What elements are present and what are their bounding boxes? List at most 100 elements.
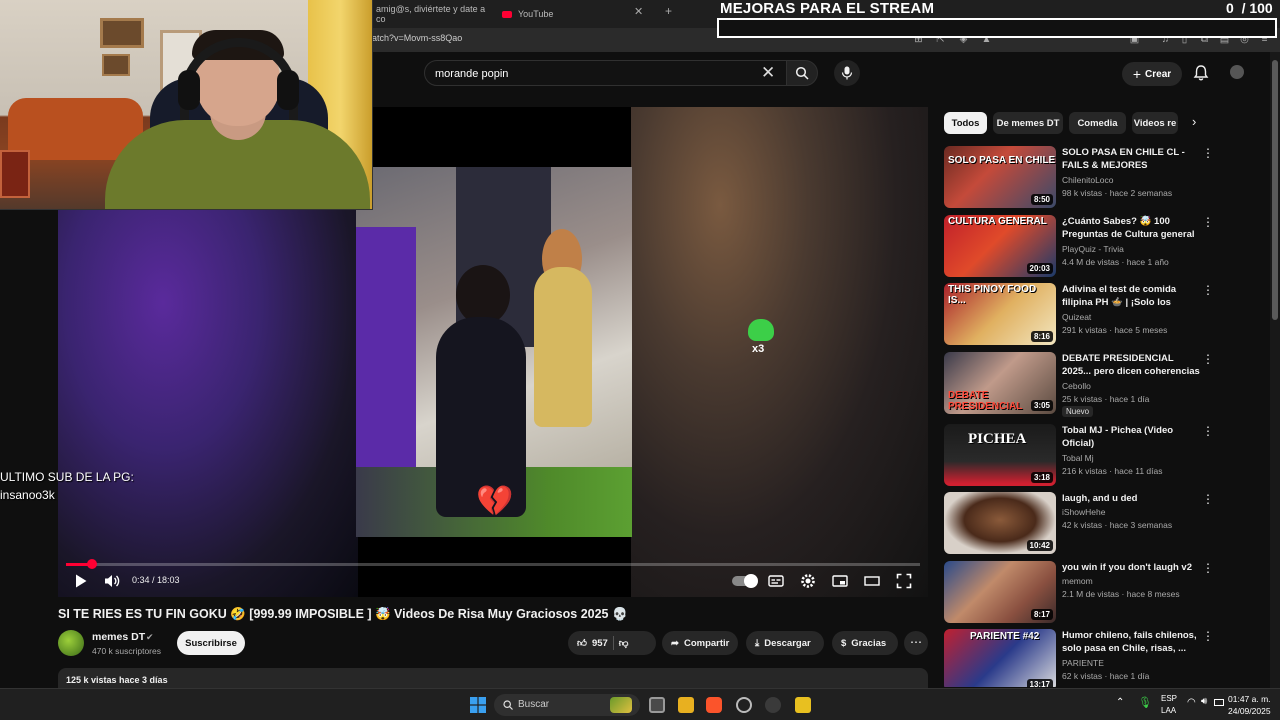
video-thumbnail[interactable]: DEBATE PRESIDENCIAL 3:05 (944, 352, 1056, 414)
more-options-icon[interactable]: ⋮ (1202, 561, 1214, 575)
close-tab-icon[interactable]: ✕ (634, 5, 643, 18)
recommendation-title[interactable]: you win if you don't laugh v2 (1062, 561, 1200, 574)
recommendation-channel[interactable]: PARIENTE (1062, 658, 1104, 668)
subtitles-icon[interactable] (768, 573, 784, 589)
channel-avatar[interactable] (58, 630, 84, 656)
subscribe-button[interactable]: Suscribirse (177, 631, 245, 655)
obs-icon[interactable] (736, 697, 752, 713)
recommendation-channel[interactable]: PlayQuiz - Trivia (1062, 244, 1124, 254)
taskbar-search[interactable]: Buscar (494, 694, 640, 716)
share-button[interactable]: ➦ Compartir (662, 631, 738, 655)
task-view-icon[interactable] (649, 697, 665, 713)
recommendation-channel[interactable]: ChilenitoLoco (1062, 175, 1114, 185)
description-box[interactable]: 125 k vistas hace 3 días (58, 668, 928, 690)
recommendation-title[interactable]: Tobal MJ - Pichea (Video Oficial) (1062, 424, 1200, 450)
recommendation-item[interactable]: PICHEA 3:18 Tobal MJ - Pichea (Video Ofi… (944, 424, 1224, 488)
like-button[interactable]: 👍︎ 957 (577, 637, 608, 650)
recommendation-title[interactable]: Adivina el test de comida filipina PH 🍲 … (1062, 283, 1200, 310)
clock-date[interactable]: 24/09/2025 (1228, 706, 1271, 716)
recommendation-item[interactable]: SOLO PASA EN CHILE 8:50 SOLO PASA EN CHI… (944, 146, 1224, 210)
clear-search-icon[interactable]: ✕ (761, 63, 775, 83)
video-thumbnail[interactable]: CULTURA GENERAL 20:03 (944, 215, 1056, 277)
download-button[interactable]: ⤓ Descargar (746, 631, 824, 655)
recommendation-item[interactable]: CULTURA GENERAL 20:03 ¿Cuánto Sabes? 🤯 1… (944, 215, 1224, 279)
more-options-icon[interactable]: ⋮ (1202, 146, 1214, 160)
windows-start-icon[interactable] (470, 697, 486, 713)
brave-browser-icon[interactable] (706, 697, 722, 713)
recommendation-title[interactable]: DEBATE PRESIDENCIAL 2025... pero dicen c… (1062, 352, 1200, 379)
microphone-icon[interactable]: 🎙︎ (1138, 696, 1152, 709)
search-input[interactable] (435, 66, 755, 82)
wifi-icon[interactable]: ◠ (1187, 697, 1196, 708)
create-button[interactable]: + Crear (1122, 62, 1182, 86)
chevron-right-icon[interactable]: › (1192, 114, 1196, 129)
more-options-icon[interactable]: ⋮ (1202, 629, 1214, 643)
chip-videos[interactable]: Videos re (1132, 112, 1178, 134)
chip-comedia[interactable]: Comedia (1069, 112, 1126, 134)
recommendation-channel[interactable]: memom (1062, 576, 1093, 586)
video-thumbnail[interactable]: PARIENTE #42 13:17 (944, 629, 1056, 687)
browser-tab-youtube[interactable]: YouTube (502, 5, 652, 23)
new-tab-icon[interactable]: + (665, 4, 672, 18)
search-button[interactable] (786, 60, 818, 86)
recommendation-channel[interactable]: Cebollo (1062, 381, 1091, 391)
dislike-button[interactable]: 👎︎ (619, 637, 629, 649)
account-avatar[interactable] (1230, 65, 1244, 79)
search-box[interactable]: ✕ (424, 60, 790, 86)
video-thumbnail[interactable]: SOLO PASA EN CHILE 8:50 (944, 146, 1056, 208)
miniplayer-icon[interactable] (832, 573, 848, 589)
recommendation-channel[interactable]: Tobal Mj (1062, 453, 1094, 463)
more-options-icon[interactable]: ⋮ (1202, 492, 1214, 506)
recommendation-item[interactable]: PARIENTE #42 13:17 Humor chileno, fails … (944, 629, 1224, 687)
page-scrollbar[interactable] (1270, 52, 1280, 688)
recommendation-channel[interactable]: Quizeat (1062, 312, 1091, 322)
picture-frame (100, 18, 144, 48)
video-thumbnail[interactable]: PICHEA 3:18 (944, 424, 1056, 486)
settings-gear-icon[interactable] (800, 573, 816, 589)
chip-todos[interactable]: Todos (944, 112, 987, 134)
more-options-icon[interactable]: ⋮ (1202, 283, 1214, 297)
app-icon[interactable] (765, 697, 781, 713)
chip-de-memes-dt[interactable]: De memes DT (993, 112, 1063, 134)
fullscreen-icon[interactable] (896, 573, 912, 589)
voice-search-button[interactable] (834, 60, 860, 86)
recommendation-title[interactable]: ¿Cuánto Sabes? 🤯 100 Preguntas de Cultur… (1062, 215, 1200, 242)
recommendation-title[interactable]: Humor chileno, fails chilenos, solo pasa… (1062, 629, 1200, 655)
thanks-button[interactable]: $ Gracias (832, 631, 898, 655)
more-options-icon[interactable]: ⋮ (1202, 424, 1214, 438)
notes-icon[interactable] (795, 697, 811, 713)
browser-tab[interactable]: amig@s, diviértete y date a co (376, 4, 494, 24)
autoplay-toggle[interactable] (732, 574, 758, 588)
video-thumbnail[interactable]: 8:17 (944, 561, 1056, 623)
recommendation-item[interactable]: THIS PINOY FOOD IS... 8:16 Adivina el te… (944, 283, 1224, 347)
recommendation-title[interactable]: laugh, and u ded (1062, 492, 1200, 505)
tab-label: YouTube (518, 9, 554, 19)
scrollbar-thumb[interactable] (1272, 60, 1278, 320)
more-options-icon[interactable]: ⋮ (1202, 352, 1214, 366)
more-actions-button[interactable]: ⋯ (904, 631, 928, 655)
battery-icon[interactable] (1214, 699, 1224, 706)
headset-earcup (277, 70, 299, 110)
notifications-bell-icon[interactable] (1192, 64, 1210, 82)
theater-mode-icon[interactable] (864, 573, 880, 589)
clock-time[interactable]: 01:47 a. m. (1228, 694, 1271, 704)
more-options-icon[interactable]: ⋮ (1202, 215, 1214, 229)
keyboard-layout[interactable]: LAA (1161, 706, 1176, 715)
chevron-up-icon[interactable]: ⌃ (1116, 697, 1124, 708)
progress-bar[interactable] (66, 559, 920, 569)
recommendation-channel[interactable]: iShowHehe (1062, 507, 1105, 517)
recommendation-item[interactable]: 10:42 laugh, and u ded iShowHehe 42 k vi… (944, 492, 1224, 556)
view-count-date: 125 k vistas hace 3 días (66, 675, 168, 685)
url-text[interactable]: atch?v=Movm-ss8Qao (372, 33, 462, 43)
video-thumbnail[interactable]: THIS PINOY FOOD IS... 8:16 (944, 283, 1056, 345)
recommendation-item[interactable]: DEBATE PRESIDENCIAL 3:05 DEBATE PRESIDEN… (944, 352, 1224, 417)
file-explorer-icon[interactable] (678, 697, 694, 713)
volume-icon[interactable]: 🔊︎ (1201, 696, 1207, 707)
volume-icon[interactable] (104, 573, 120, 589)
video-thumbnail[interactable]: 10:42 (944, 492, 1056, 554)
channel-name[interactable]: memes DT (92, 631, 145, 643)
language-indicator[interactable]: ESP (1161, 694, 1177, 703)
recommendation-item[interactable]: 8:17 you win if you don't laugh v2 memom… (944, 561, 1224, 625)
recommendation-title[interactable]: SOLO PASA EN CHILE CL - FAILS & MEJORES … (1062, 146, 1200, 173)
play-icon[interactable] (74, 573, 88, 589)
